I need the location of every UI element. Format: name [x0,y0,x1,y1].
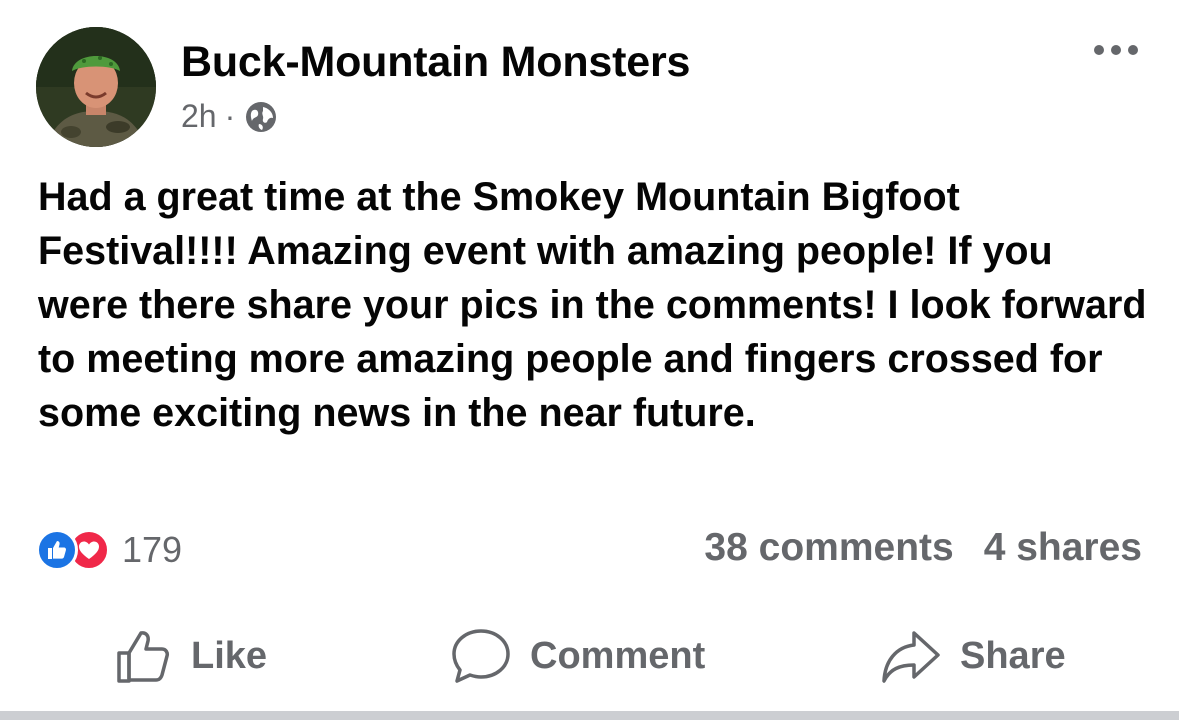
thumbs-up-icon [117,631,169,683]
post-author-name[interactable]: Buck-Mountain Monsters [181,38,690,87]
comments-count-link[interactable]: 38 comments [704,526,953,570]
more-dot-icon [1094,45,1104,55]
engagement-stats: 38 comments 4 shares [704,526,1142,570]
post-body-text: Had a great time at the Smokey Mountain … [38,175,1147,435]
more-dot-icon [1128,45,1138,55]
share-arrow-icon [882,631,940,683]
comment-bubble-icon [452,629,510,683]
like-reaction-icon [36,529,78,571]
like-button[interactable]: Like [115,618,267,694]
feed-divider [0,711,1179,720]
reaction-count: 179 [122,529,183,570]
more-dot-icon [1111,45,1121,55]
avatar[interactable] [36,27,156,147]
reactions-summary[interactable]: 179 [36,529,182,571]
share-button-label: Share [960,634,1066,677]
avatar-image [36,27,156,147]
more-options-button[interactable] [1094,45,1138,55]
post-meta: 2h · [181,98,279,135]
globe-icon[interactable] [243,99,279,135]
shares-count-link[interactable]: 4 shares [984,526,1142,570]
comment-button-label: Comment [530,634,706,677]
meta-separator: · [224,98,236,134]
post-timestamp[interactable]: 2h [181,98,217,135]
post-action-bar: Like Comment Share [0,618,1179,694]
comment-button[interactable]: Comment [450,618,705,694]
facebook-post: Buck-Mountain Monsters 2h · Had a great … [0,0,1179,720]
like-button-label: Like [191,634,268,677]
share-button[interactable]: Share [880,618,1066,694]
